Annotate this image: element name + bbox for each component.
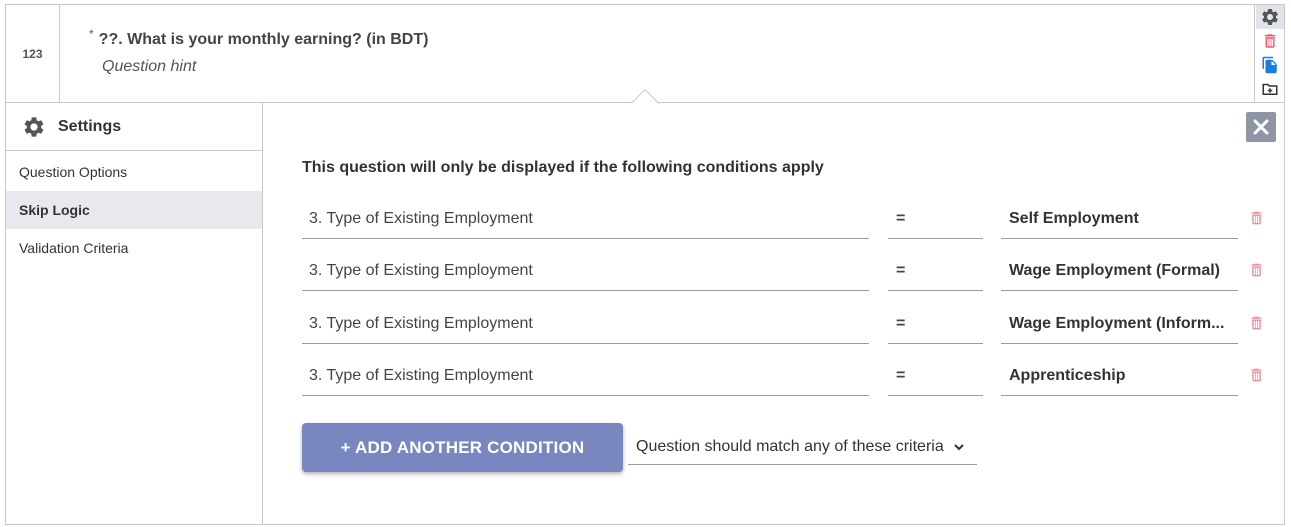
- sidebar-item-skip-logic[interactable]: Skip Logic: [6, 191, 262, 229]
- gear-icon: [1261, 8, 1278, 25]
- copy-icon: [1262, 56, 1277, 74]
- condition-value-select[interactable]: Wage Employment (Formal): [1001, 251, 1238, 291]
- condition-row: 3. Type of Existing Employment = Apprent…: [302, 356, 1272, 396]
- trash-icon: [1251, 368, 1261, 382]
- match-criteria-select[interactable]: Question should match any of these crite…: [628, 429, 977, 465]
- condition-value-text: Wage Employment (Inform...: [1009, 314, 1225, 332]
- close-settings-button[interactable]: [1246, 112, 1276, 142]
- question-title[interactable]: * ??. What is your monthly earning? (in B…: [89, 27, 429, 49]
- settings-header: Settings: [6, 103, 262, 151]
- question-type-badge: 123: [6, 5, 60, 103]
- folder-add-icon: [1262, 83, 1277, 95]
- settings-button[interactable]: [1255, 5, 1284, 29]
- condition-operator-select[interactable]: =: [888, 304, 983, 344]
- conditions-title: This question will only be displayed if …: [302, 159, 824, 176]
- condition-row: 3. Type of Existing Employment = Wage Em…: [302, 304, 1272, 344]
- match-criteria-label: Question should match any of these crite…: [636, 437, 944, 455]
- delete-condition-button[interactable]: [1246, 312, 1266, 334]
- condition-question-select[interactable]: 3. Type of Existing Employment: [302, 304, 869, 344]
- add-condition-button[interactable]: + ADD ANOTHER CONDITION: [302, 423, 623, 472]
- trash-icon: [1264, 34, 1275, 48]
- question-toolbar: [1254, 5, 1284, 103]
- required-marker: *: [89, 27, 94, 41]
- question-card: 123 * ??. What is your monthly earning? (…: [5, 4, 1285, 525]
- condition-value-text: Apprenticeship: [1009, 366, 1126, 384]
- close-icon: [1253, 119, 1269, 135]
- trash-icon: [1251, 211, 1261, 225]
- condition-operator-select[interactable]: =: [888, 356, 983, 396]
- chevron-down-icon: [954, 443, 964, 450]
- move-to-group-button[interactable]: [1256, 77, 1284, 101]
- condition-question-select[interactable]: 3. Type of Existing Employment: [302, 251, 869, 291]
- condition-operator-select[interactable]: =: [888, 199, 983, 239]
- condition-question-select[interactable]: 3. Type of Existing Employment: [302, 356, 869, 396]
- condition-question-select[interactable]: 3. Type of Existing Employment: [302, 199, 869, 239]
- condition-row: 3. Type of Existing Employment = Wage Em…: [302, 251, 1272, 291]
- trash-icon: [1251, 263, 1261, 277]
- condition-row: 3. Type of Existing Employment = Self Em…: [302, 199, 1272, 239]
- skip-logic-panel: This question will only be displayed if …: [264, 103, 1284, 524]
- condition-operator-select[interactable]: =: [888, 251, 983, 291]
- settings-title: Settings: [58, 117, 122, 135]
- delete-question-button[interactable]: [1256, 29, 1284, 53]
- sidebar-item-question-options[interactable]: Question Options: [6, 153, 262, 191]
- condition-value-text: Wage Employment (Formal): [1009, 261, 1220, 279]
- sidebar-item-validation-criteria[interactable]: Validation Criteria: [6, 229, 262, 267]
- condition-value-select[interactable]: Self Employment: [1001, 199, 1238, 239]
- question-title-text: ??. What is your monthly earning? (in BD…: [98, 31, 429, 48]
- delete-condition-button[interactable]: [1246, 259, 1266, 281]
- delete-condition-button[interactable]: [1246, 207, 1266, 229]
- condition-value-text: Self Employment: [1009, 209, 1139, 227]
- delete-condition-button[interactable]: [1246, 364, 1266, 386]
- question-hint[interactable]: Question hint: [102, 58, 196, 76]
- duplicate-question-button[interactable]: [1256, 53, 1284, 77]
- condition-value-select[interactable]: Apprenticeship: [1001, 356, 1238, 396]
- condition-value-select[interactable]: Wage Employment (Inform...: [1001, 304, 1238, 344]
- gear-icon: [24, 116, 44, 137]
- settings-sidebar: Settings Question Options Skip Logic Val…: [6, 103, 263, 524]
- trash-icon: [1251, 316, 1261, 330]
